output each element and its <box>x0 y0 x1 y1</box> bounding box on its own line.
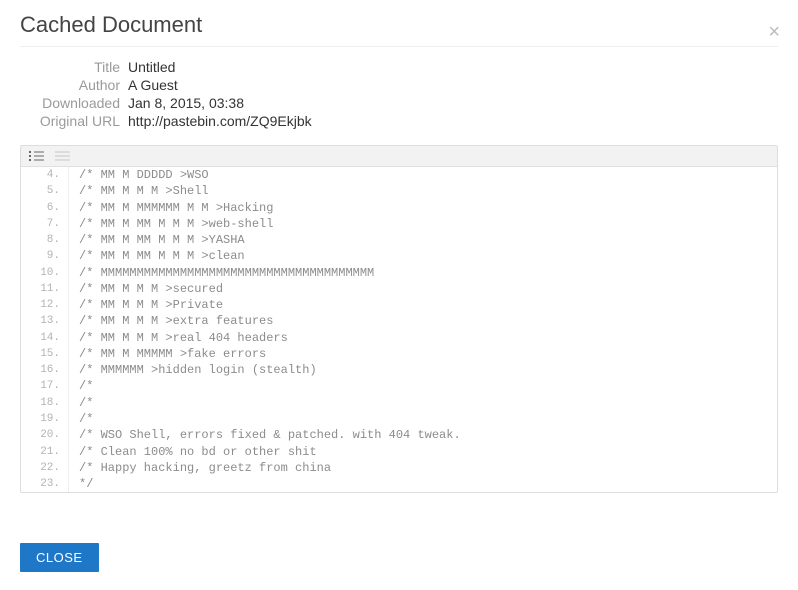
line-number: 15. <box>21 346 69 362</box>
line-number: 20. <box>21 427 69 443</box>
meta-author-label: Author <box>20 77 120 93</box>
modal-title: Cached Document <box>20 12 778 38</box>
code-viewer: 4./* MM M DDDDD >WSO5./* MM M M M >Shell… <box>20 145 778 493</box>
modal-cached-document: × Cached Document Title Untitled Author … <box>0 12 798 493</box>
meta-url-value: http://pastebin.com/ZQ9Ekjbk <box>128 113 778 129</box>
code-line: 20./* WSO Shell, errors fixed & patched.… <box>21 427 777 443</box>
line-number: 22. <box>21 460 69 476</box>
code-line: 6./* MM M MMMMMM M M >Hacking <box>21 200 777 216</box>
line-number: 11. <box>21 281 69 297</box>
line-content: /* MMMMMMMMMMMMMMMMMMMMMMMMMMMMMMMMMMMMM… <box>69 265 374 281</box>
line-content: /* MM M M M >secured <box>69 281 223 297</box>
line-content: /* MM M DDDDD >WSO <box>69 167 209 183</box>
line-number: 14. <box>21 330 69 346</box>
line-content: /* Clean 100% no bd or other shit <box>69 444 317 460</box>
meta-author-value: A Guest <box>128 77 778 93</box>
meta-title-value: Untitled <box>128 59 778 75</box>
code-line: 10./* MMMMMMMMMMMMMMMMMMMMMMMMMMMMMMMMMM… <box>21 265 777 281</box>
code-line: 12./* MM M M M >Private <box>21 297 777 313</box>
code-line: 22./* Happy hacking, greetz from china <box>21 460 777 476</box>
code-line: 9./* MM M MM M M M >clean <box>21 248 777 264</box>
code-line: 23.*/ <box>21 476 777 492</box>
modal-footer: CLOSE <box>20 543 99 572</box>
line-number: 17. <box>21 378 69 394</box>
divider <box>20 46 778 47</box>
line-content: /* Happy hacking, greetz from china <box>69 460 331 476</box>
code-line: 5./* MM M M M >Shell <box>21 183 777 199</box>
code-line: 21./* Clean 100% no bd or other shit <box>21 444 777 460</box>
code-body: 4./* MM M DDDDD >WSO5./* MM M M M >Shell… <box>21 167 777 492</box>
line-content: */ <box>69 476 93 492</box>
list-ordered-icon[interactable] <box>29 149 45 163</box>
code-line: 14./* MM M M M >real 404 headers <box>21 330 777 346</box>
line-number: 8. <box>21 232 69 248</box>
line-content: /* <box>69 411 93 427</box>
line-number: 19. <box>21 411 69 427</box>
line-content: /* MM M M M >extra features <box>69 313 273 329</box>
close-icon[interactable]: × <box>768 22 780 42</box>
line-number: 12. <box>21 297 69 313</box>
line-content: /* WSO Shell, errors fixed & patched. wi… <box>69 427 461 443</box>
meta-downloaded-value: Jan 8, 2015, 03:38 <box>128 95 778 111</box>
line-number: 10. <box>21 265 69 281</box>
code-line: 17./* <box>21 378 777 394</box>
meta-title-label: Title <box>20 59 120 75</box>
meta-url-label: Original URL <box>20 113 120 129</box>
list-unordered-icon[interactable] <box>55 149 71 163</box>
line-content: /* MM M MM M M M >clean <box>69 248 245 264</box>
line-content: /* <box>69 378 93 394</box>
code-line: 18./* <box>21 395 777 411</box>
code-line: 15./* MM M MMMMM >fake errors <box>21 346 777 362</box>
metadata-grid: Title Untitled Author A Guest Downloaded… <box>20 59 778 129</box>
line-content: /* MM M M M >real 404 headers <box>69 330 288 346</box>
line-number: 6. <box>21 200 69 216</box>
line-content: /* <box>69 395 93 411</box>
line-number: 9. <box>21 248 69 264</box>
line-content: /* MMMMMM >hidden login (stealth) <box>69 362 317 378</box>
line-number: 4. <box>21 167 69 183</box>
line-number: 5. <box>21 183 69 199</box>
code-line: 16./* MMMMMM >hidden login (stealth) <box>21 362 777 378</box>
line-content: /* MM M MMMMM >fake errors <box>69 346 266 362</box>
line-content: /* MM M MM M M M >YASHA <box>69 232 245 248</box>
line-content: /* MM M MM M M M >web-shell <box>69 216 273 232</box>
line-content: /* MM M M M >Private <box>69 297 223 313</box>
line-number: 21. <box>21 444 69 460</box>
line-number: 7. <box>21 216 69 232</box>
line-number: 16. <box>21 362 69 378</box>
code-line: 13./* MM M M M >extra features <box>21 313 777 329</box>
line-number: 13. <box>21 313 69 329</box>
code-line: 8./* MM M MM M M M >YASHA <box>21 232 777 248</box>
meta-downloaded-label: Downloaded <box>20 95 120 111</box>
code-toolbar <box>21 146 777 167</box>
code-line: 7./* MM M MM M M M >web-shell <box>21 216 777 232</box>
line-number: 23. <box>21 476 69 492</box>
code-line: 11./* MM M M M >secured <box>21 281 777 297</box>
code-line: 4./* MM M DDDDD >WSO <box>21 167 777 183</box>
code-line: 19./* <box>21 411 777 427</box>
line-content: /* MM M M M >Shell <box>69 183 209 199</box>
line-content: /* MM M MMMMMM M M >Hacking <box>69 200 273 216</box>
line-number: 18. <box>21 395 69 411</box>
close-button[interactable]: CLOSE <box>20 543 99 572</box>
